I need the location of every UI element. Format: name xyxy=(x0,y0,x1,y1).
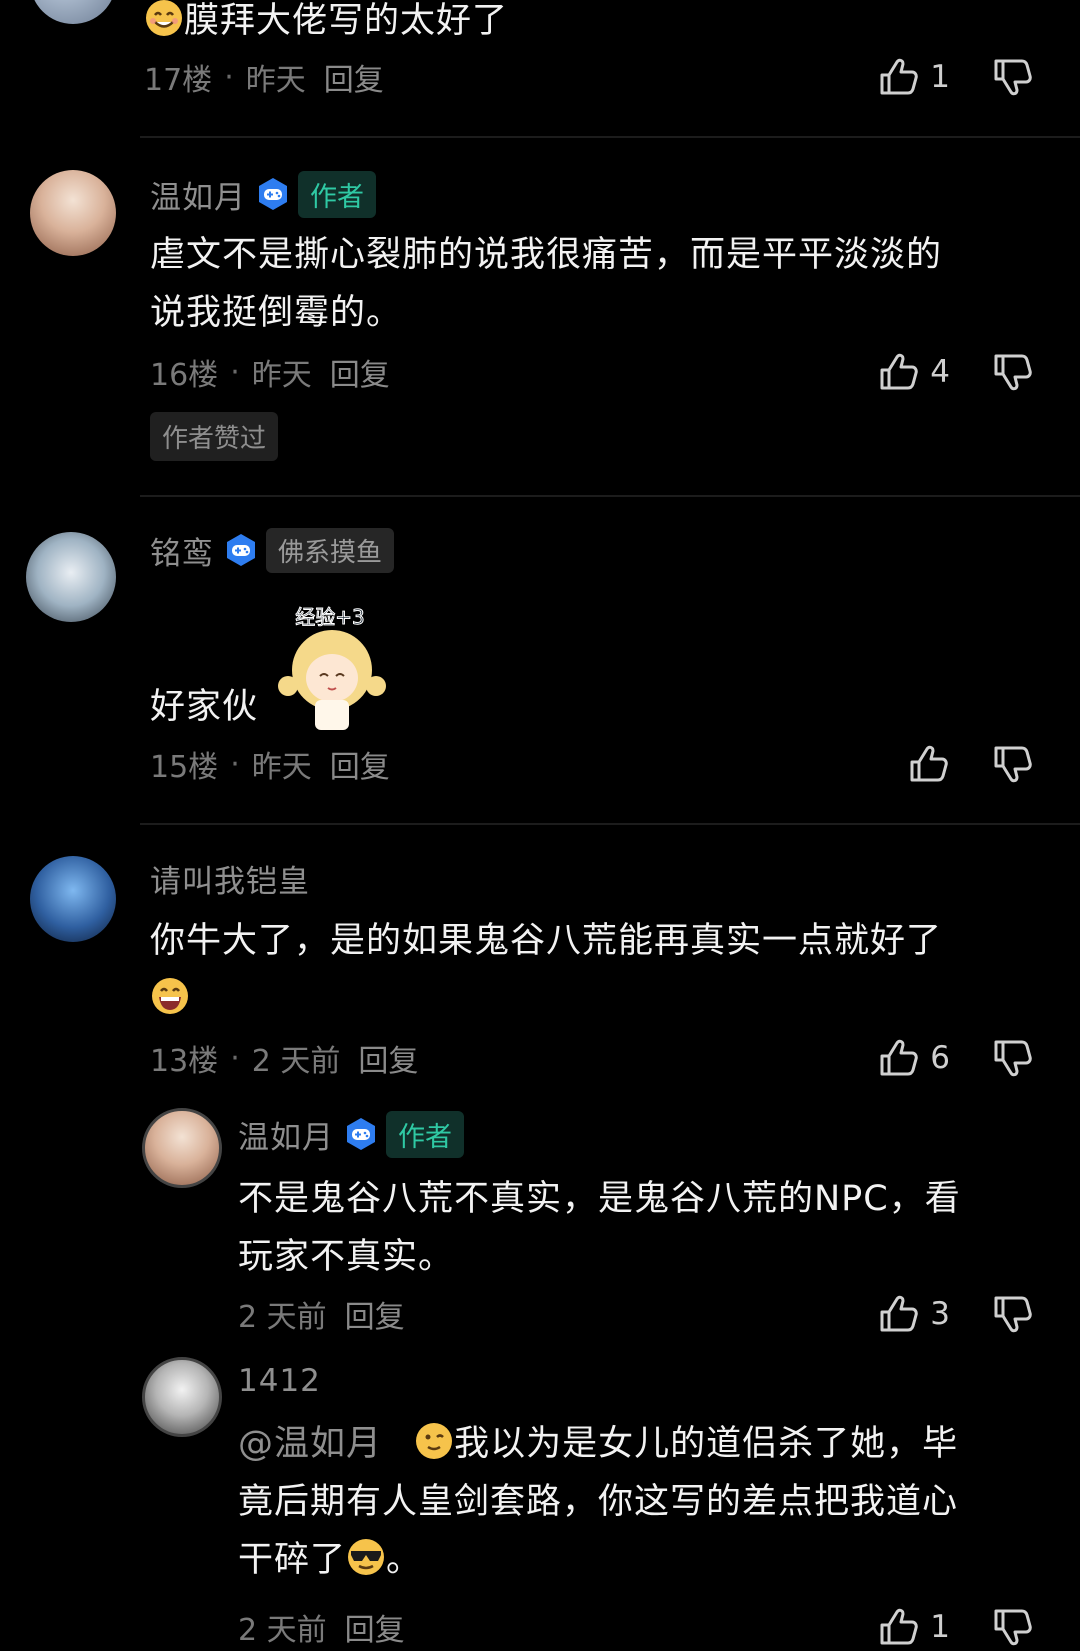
like-button[interactable]: 1 xyxy=(876,1605,950,1649)
floor-number: 16楼 xyxy=(150,358,219,393)
comment-text: 虐文不是撕心裂肺的说我很痛苦，而是平平淡淡的 说我挺倒霉的。 xyxy=(150,235,943,333)
like-button[interactable] xyxy=(906,742,950,786)
comment-text: 好家伙 xyxy=(150,687,259,727)
thumb-up-icon xyxy=(876,1605,920,1649)
like-count: 1 xyxy=(930,59,950,95)
reply-text: @温如月 我以为是女儿的道侣杀了她，毕 竟后期有人皇剑套路，你这写的差点把我道心… xyxy=(238,1415,958,1589)
wink-emoji-icon xyxy=(416,1423,453,1459)
comment-meta: 13楼 · 2 天前 回复 xyxy=(150,1036,418,1080)
like-button[interactable]: 6 xyxy=(876,1036,950,1080)
like-button[interactable]: 1 xyxy=(876,55,950,99)
reply-button[interactable]: 回复 xyxy=(330,742,390,786)
divider xyxy=(140,495,1080,497)
sticker-image: 经验+3 xyxy=(278,605,386,730)
like-count: 1 xyxy=(930,1609,950,1645)
timestamp: 昨天 xyxy=(251,750,312,785)
avatar[interactable] xyxy=(142,1357,222,1437)
thumb-down-icon[interactable] xyxy=(990,742,1034,786)
thumb-up-icon xyxy=(876,1292,920,1336)
reply-text: 不是鬼谷八荒不真实，是鬼谷八荒的NPC，看 玩家不真实。 xyxy=(238,1179,961,1277)
gamepad-badge-icon xyxy=(256,177,290,211)
user-row: 1412 xyxy=(238,1359,321,1403)
reply-button[interactable]: 回复 xyxy=(324,55,384,99)
user-row: 请叫我铠皇 xyxy=(150,856,310,900)
floor-number: 13楼 xyxy=(150,1044,219,1079)
timestamp: 2 天前 xyxy=(251,1044,341,1079)
reply-meta: 2 天前 回复 xyxy=(238,1292,405,1336)
thumb-down-icon[interactable] xyxy=(990,1605,1034,1649)
like-button[interactable]: 4 xyxy=(876,350,950,394)
comment-meta: 16楼 · 昨天 回复 xyxy=(150,350,390,394)
divider xyxy=(140,136,1080,138)
reply-button[interactable]: 回复 xyxy=(345,1292,405,1336)
user-row: 温如月 作者 xyxy=(238,1110,464,1158)
thumb-down-icon[interactable] xyxy=(990,350,1034,394)
avatar[interactable] xyxy=(30,170,116,256)
sunglasses-emoji-icon xyxy=(348,1539,385,1575)
like-count: 6 xyxy=(930,1040,950,1076)
sticker-caption: 经验+3 xyxy=(295,605,364,629)
comment-meta: 17楼 · 昨天 回复 xyxy=(144,55,384,99)
timestamp: 2 天前 xyxy=(238,1300,327,1335)
mention-link[interactable]: @温如月 xyxy=(238,1424,382,1464)
author-tag: 作者 xyxy=(298,170,376,218)
username[interactable]: 温如月 xyxy=(150,172,246,217)
thumb-up-icon xyxy=(906,742,950,786)
timestamp: 2 天前 xyxy=(238,1613,327,1648)
gamepad-badge-icon xyxy=(344,1117,378,1151)
like-button[interactable]: 3 xyxy=(876,1292,950,1336)
user-row: 温如月 作者 xyxy=(150,170,376,218)
username[interactable]: 铭鸾 xyxy=(150,528,214,573)
comment-text: 膜拜大佬写的太好了 xyxy=(144,0,508,50)
thumb-up-icon xyxy=(876,1036,920,1080)
timestamp: 昨天 xyxy=(245,63,306,98)
thumb-down-icon[interactable] xyxy=(990,1292,1034,1336)
reply-button[interactable]: 回复 xyxy=(345,1605,405,1649)
username[interactable]: 1412 xyxy=(238,1363,321,1399)
avatar[interactable] xyxy=(142,1108,222,1188)
grin-emoji-icon xyxy=(152,978,188,1014)
reply-button[interactable]: 回复 xyxy=(358,1036,418,1080)
thumb-down-icon[interactable] xyxy=(990,55,1034,99)
comment-meta: 15楼 · 昨天 回复 xyxy=(150,742,390,786)
avatar[interactable] xyxy=(30,856,116,942)
floor-number: 17楼 xyxy=(144,63,213,98)
thumb-down-icon[interactable] xyxy=(990,1036,1034,1080)
comment-text: 你牛大了，是的如果鬼谷八荒能再真实一点就好了 xyxy=(150,912,942,1028)
reply-button[interactable]: 回复 xyxy=(330,350,390,394)
avatar[interactable] xyxy=(26,532,116,622)
gamepad-badge-icon xyxy=(224,533,258,567)
divider xyxy=(140,823,1080,825)
timestamp: 昨天 xyxy=(251,358,312,393)
username[interactable]: 请叫我铠皇 xyxy=(150,856,310,901)
user-title-tag: 佛系摸鱼 xyxy=(266,527,395,573)
thumb-up-icon xyxy=(876,350,920,394)
reply-meta: 2 天前 回复 xyxy=(238,1605,405,1649)
thumb-up-icon xyxy=(876,55,920,99)
like-count: 3 xyxy=(930,1296,950,1332)
author-tag: 作者 xyxy=(386,1110,464,1158)
user-row: 铭鸾 佛系摸鱼 xyxy=(150,527,395,573)
like-count: 4 xyxy=(930,354,950,390)
smile-emoji-icon xyxy=(146,0,182,36)
author-liked-badge: 作者赞过 xyxy=(150,412,279,461)
username[interactable]: 温如月 xyxy=(238,1112,334,1157)
floor-number: 15楼 xyxy=(150,750,219,785)
avatar[interactable] xyxy=(30,0,116,24)
